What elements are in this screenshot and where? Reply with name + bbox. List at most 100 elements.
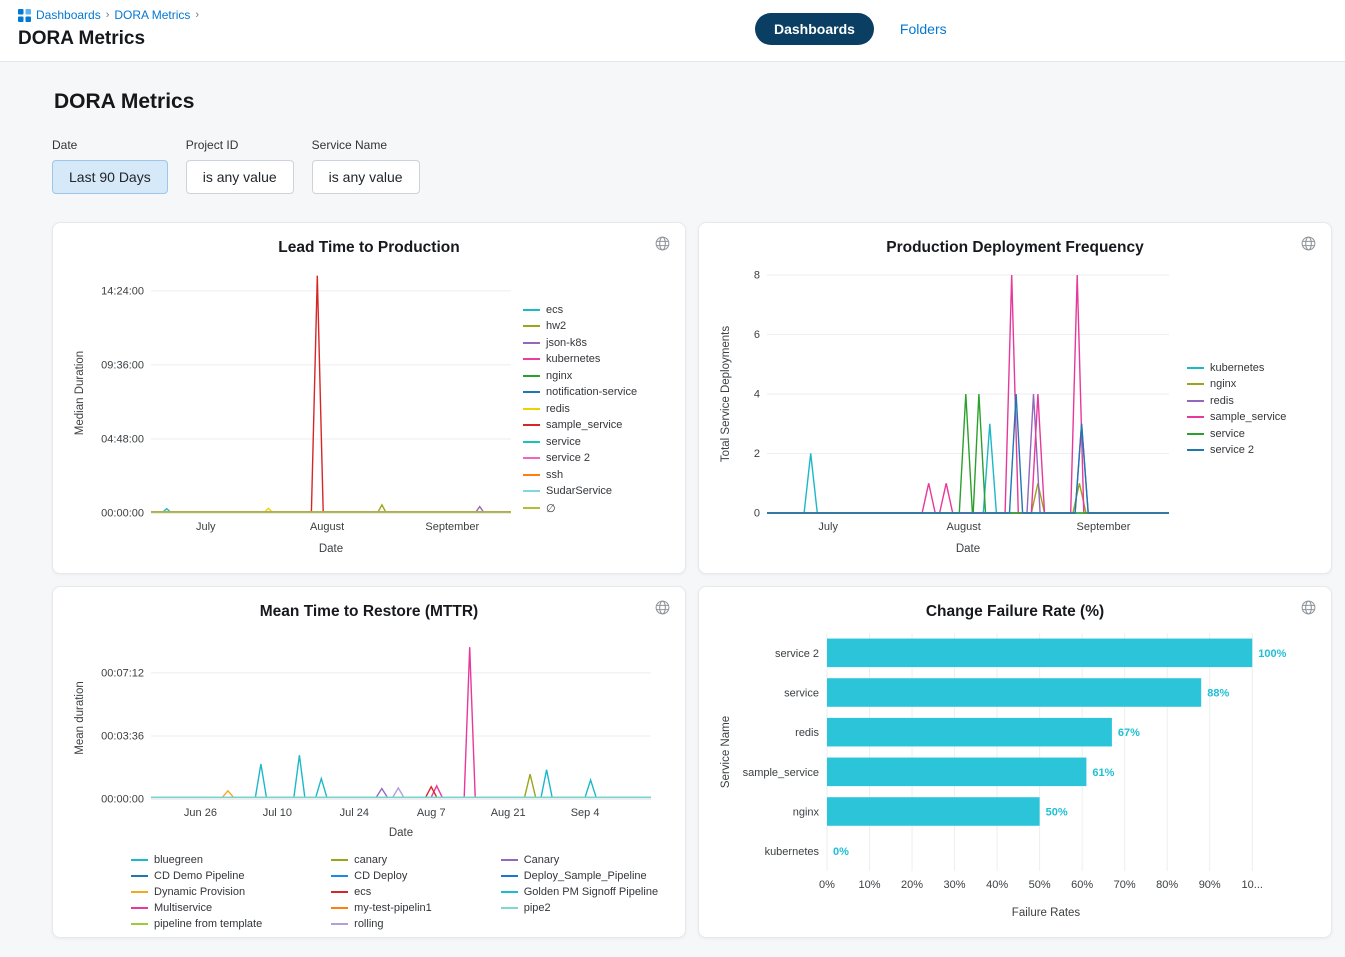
legend-swatch <box>131 907 148 909</box>
legend-item[interactable]: CD Deploy <box>331 870 443 882</box>
legend-swatch <box>131 859 148 861</box>
legend-item[interactable]: ecs <box>523 304 637 316</box>
legend-swatch <box>1187 400 1204 402</box>
legend-item[interactable]: pipe2 <box>501 902 669 914</box>
svg-text:04:48:00: 04:48:00 <box>101 433 144 445</box>
legend-item[interactable]: kubernetes <box>1187 362 1286 374</box>
legend-swatch <box>331 907 348 909</box>
svg-text:nginx: nginx <box>793 807 820 819</box>
svg-text:redis: redis <box>795 727 819 739</box>
legend-item[interactable]: service 2 <box>523 452 637 464</box>
legend-item[interactable]: kubernetes <box>523 353 637 365</box>
tab-folders[interactable]: Folders <box>900 21 947 37</box>
legend-item[interactable]: Multiservice <box>131 902 273 914</box>
legend-swatch <box>523 507 540 509</box>
svg-text:00:00:00: 00:00:00 <box>101 794 144 806</box>
legend-item[interactable]: nginx <box>523 370 637 382</box>
globe-icon[interactable] <box>654 235 671 252</box>
legend-item[interactable]: ecs <box>331 886 443 898</box>
svg-text:90%: 90% <box>1199 879 1221 891</box>
mttr-chart-plot[interactable]: 00:00:0000:03:3600:07:12Jun 26Jul 10Jul … <box>69 623 669 843</box>
card-lead-time-to-production: Lead Time to Production 00:00:0004:48:00… <box>52 222 686 574</box>
legend-item[interactable]: pipeline from template <box>131 918 273 930</box>
breadcrumb-link-dashboards[interactable]: Dashboards <box>36 8 101 22</box>
legend-item[interactable]: Dynamic Provision <box>131 886 273 898</box>
lead-time-chart-plot[interactable]: 00:00:0004:48:0009:36:0014:24:00JulyAugu… <box>69 259 519 559</box>
legend-label: nginx <box>1210 378 1236 390</box>
breadcrumb-separator: › <box>195 9 199 21</box>
legend-item[interactable]: redis <box>1187 395 1286 407</box>
legend-item[interactable]: bluegreen <box>131 854 273 866</box>
breadcrumb: Dashboards › DORA Metrics › <box>18 8 199 22</box>
legend-item[interactable]: Canary <box>501 854 669 866</box>
svg-text:Jul 24: Jul 24 <box>340 807 369 819</box>
svg-text:Failure Rates: Failure Rates <box>1012 907 1081 919</box>
legend-item[interactable]: my-test-pipelin1 <box>331 902 443 914</box>
legend-label: CD Deploy <box>354 870 407 882</box>
svg-text:67%: 67% <box>1118 727 1140 739</box>
svg-text:Date: Date <box>319 543 343 555</box>
filter-service-name: Service Name is any value <box>312 138 420 194</box>
project-id-filter-button[interactable]: is any value <box>186 160 294 194</box>
svg-text:Median Duration: Median Duration <box>74 351 86 435</box>
legend-label: kubernetes <box>546 353 600 365</box>
legend-item[interactable]: SudarService <box>523 485 637 497</box>
legend-swatch <box>331 923 348 925</box>
card-change-failure-rate: Change Failure Rate (%) 0%10%20%30%40%50… <box>698 586 1332 938</box>
legend-item[interactable]: service <box>523 436 637 448</box>
legend-item[interactable]: CD Demo Pipeline <box>131 870 273 882</box>
legend-item[interactable]: canary <box>331 854 443 866</box>
legend-label: pipeline from template <box>154 918 262 930</box>
svg-text:Sep 4: Sep 4 <box>571 807 600 819</box>
service-name-filter-button[interactable]: is any value <box>312 160 420 194</box>
legend-item[interactable]: Deploy_Sample_Pipeline <box>501 870 669 882</box>
legend-item[interactable]: service <box>1187 428 1286 440</box>
legend-swatch <box>1187 449 1204 451</box>
legend-swatch <box>523 424 540 426</box>
date-filter-button[interactable]: Last 90 Days <box>52 160 168 194</box>
legend-swatch <box>1187 433 1204 435</box>
svg-text:July: July <box>196 521 216 533</box>
globe-icon[interactable] <box>1300 599 1317 616</box>
chart-title: Mean Time to Restore (MTTR) <box>69 601 669 623</box>
svg-text:July: July <box>818 521 838 533</box>
legend-swatch <box>1187 416 1204 418</box>
legend-item[interactable]: sample_service <box>523 419 637 431</box>
legend-label: service 2 <box>546 452 590 464</box>
legend-label: pipe2 <box>524 902 551 914</box>
legend-swatch <box>131 891 148 893</box>
legend-item[interactable]: hw2 <box>523 320 637 332</box>
mttr-chart-legend: bluegreen CD Demo Pipeline Dynamic Provisi… <box>131 852 669 932</box>
globe-icon[interactable] <box>654 599 671 616</box>
card-mean-time-to-restore: Mean Time to Restore (MTTR) 00:00:0000:0… <box>52 586 686 938</box>
legend-item[interactable]: Golden PM Signoff Pipeline <box>501 886 669 898</box>
legend-item[interactable]: notification-service <box>523 386 637 398</box>
dashboard-main: DORA Metrics Date Last 90 Days Project I… <box>0 62 1345 938</box>
legend-label: ecs <box>546 304 563 316</box>
legend-swatch <box>1187 383 1204 385</box>
legend-item[interactable]: sample_service <box>1187 411 1286 423</box>
legend-label: nginx <box>546 370 572 382</box>
legend-item[interactable]: service 2 <box>1187 444 1286 456</box>
legend-item[interactable]: redis <box>523 403 637 415</box>
legend-item[interactable]: rolling <box>331 918 443 930</box>
svg-text:kubernetes: kubernetes <box>765 846 820 858</box>
legend-item[interactable]: ssh <box>523 469 637 481</box>
change-failure-rate-chart-plot[interactable]: 0%10%20%30%40%50%60%70%80%90%10...servic… <box>715 623 1315 923</box>
chart-title: Production Deployment Frequency <box>715 237 1315 259</box>
globe-icon[interactable] <box>1300 235 1317 252</box>
svg-text:August: August <box>310 521 344 533</box>
legend-swatch <box>1187 367 1204 369</box>
legend-item[interactable]: ∅ <box>523 502 637 515</box>
svg-text:Total Service Deployments: Total Service Deployments <box>720 326 732 462</box>
tab-dashboards[interactable]: Dashboards <box>755 13 874 45</box>
legend-item[interactable]: nginx <box>1187 378 1286 390</box>
legend-label: Deploy_Sample_Pipeline <box>524 870 647 882</box>
legend-item[interactable]: json-k8s <box>523 337 637 349</box>
legend-swatch <box>501 875 518 877</box>
legend-label: ssh <box>546 469 563 481</box>
legend-swatch <box>331 859 348 861</box>
breadcrumb-link-dora-metrics[interactable]: DORA Metrics <box>114 8 190 22</box>
svg-text:Service Name: Service Name <box>720 716 732 788</box>
deployment-frequency-chart-plot[interactable]: 02468JulyAugustSeptemberDateTotal Servic… <box>715 259 1183 559</box>
